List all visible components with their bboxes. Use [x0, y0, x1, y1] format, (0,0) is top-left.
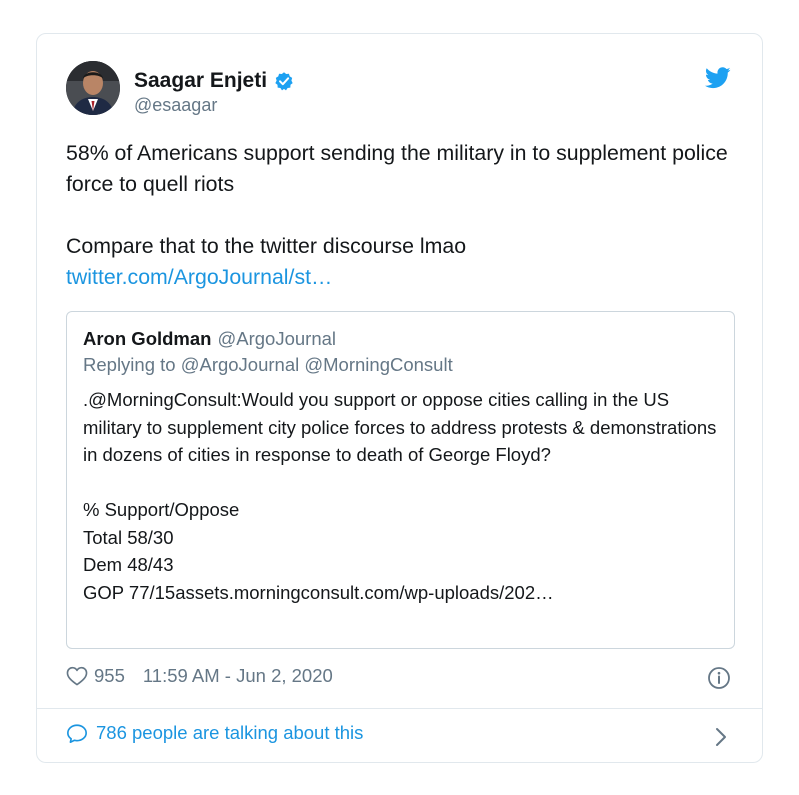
info-icon[interactable]	[707, 666, 731, 690]
quoted-tweet[interactable]: Aron Goldman @ArgoJournal Replying to @Ar…	[66, 311, 735, 649]
author-name[interactable]: Saagar Enjeti	[134, 69, 267, 93]
quoted-stat-line: Dem 48/43	[83, 554, 174, 575]
timestamp[interactable]: 11:59 AM - Jun 2, 2020	[143, 665, 333, 687]
quoted-author-row: Aron Goldman @ArgoJournal	[83, 328, 336, 350]
tweet-text-line: Compare that to the twitter discourse lm…	[66, 234, 467, 258]
quoted-stat-line: % Support/Oppose	[83, 499, 240, 520]
divider	[37, 708, 762, 709]
tweet-meta: 955 11:59 AM - Jun 2, 2020	[66, 665, 333, 687]
chevron-right-icon[interactable]	[714, 726, 728, 748]
quoted-author-name: Aron Goldman	[83, 328, 212, 349]
speech-bubble-icon	[67, 723, 87, 743]
talking-count[interactable]: 786 people are talking about this	[96, 722, 363, 744]
author-row[interactable]: Saagar Enjeti	[134, 69, 294, 93]
tweet-link[interactable]: twitter.com/ArgoJournal/st…	[66, 265, 332, 289]
replying-to: Replying to @ArgoJournal @MorningConsult	[83, 354, 453, 375]
heart-icon[interactable]	[66, 666, 88, 686]
like-count[interactable]: 955	[94, 665, 125, 687]
quoted-author-handle: @ArgoJournal	[217, 328, 337, 349]
quoted-stat-line: Total 58/30	[83, 526, 174, 548]
tweet-text: 58% of Americans support sending the mil…	[66, 138, 738, 293]
tweet-card[interactable]: Saagar Enjeti @esaagar 58% of Americans …	[36, 33, 763, 763]
author-handle[interactable]: @esaagar	[134, 95, 217, 116]
quoted-text: .@MorningConsult:Would you support or op…	[83, 386, 723, 606]
twitter-bird-icon[interactable]	[705, 67, 731, 89]
quoted-stat-line: GOP 77/15assets.morningconsult.com/wp-up…	[83, 581, 554, 603]
conversation-link[interactable]: 786 people are talking about this	[66, 722, 363, 744]
avatar-image	[66, 61, 120, 115]
avatar[interactable]	[66, 61, 120, 115]
verified-badge-icon	[275, 72, 293, 91]
quoted-question: .@MorningConsult:Would you support or op…	[83, 389, 717, 465]
tweet-text-line: 58% of Americans support sending the mil…	[66, 141, 728, 196]
